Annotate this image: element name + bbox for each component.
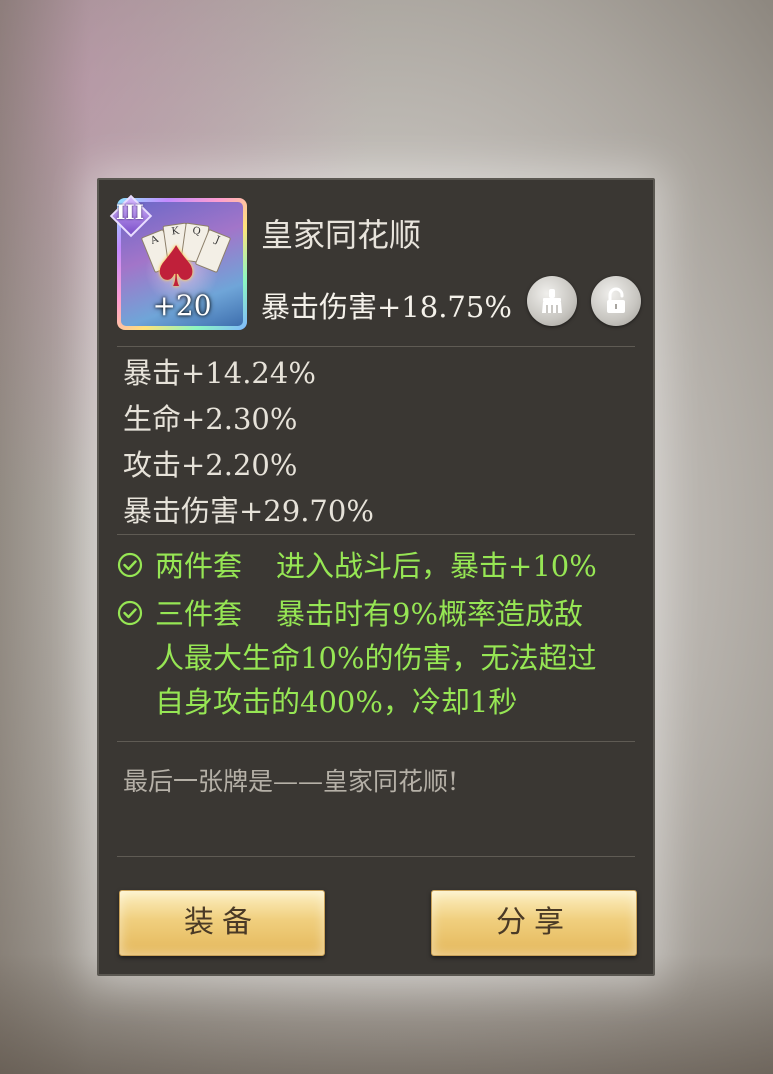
main-stat: 暴击伤害+18.75%: [261, 290, 512, 324]
sub-stat-crit-dmg: 暴击伤害+29.70%: [123, 494, 374, 528]
tier-badge: III: [109, 194, 153, 238]
set-desc-line: 人最大生命10%的伤害，无法超过: [155, 641, 597, 675]
clean-button[interactable]: [527, 276, 577, 326]
lock-button[interactable]: [591, 276, 641, 326]
spade-icon: ♠: [151, 235, 202, 300]
divider: [117, 741, 635, 742]
divider: [117, 856, 635, 857]
background-shade-left: [0, 0, 90, 1074]
flavor-text: 最后一张牌是——皇家同花顺!: [123, 767, 459, 796]
share-button[interactable]: 分享: [431, 890, 637, 956]
broom-icon: [542, 289, 562, 313]
set-desc-line: 自身攻击的400%，冷却1秒: [155, 685, 518, 719]
set-desc-line: 暴击时有9%概率造成敌: [276, 597, 584, 631]
set-name: 两件套: [155, 549, 243, 583]
set-name: 三件套: [155, 597, 243, 631]
check-circle-icon: [117, 600, 143, 626]
tier-number: III: [115, 200, 145, 224]
divider: [117, 346, 635, 347]
set-effects: 两件套 进入战斗后，暴击+10% 三件套 暴击时有9%概率造成敌 人最大生命10%的…: [117, 544, 637, 724]
divider: [117, 534, 635, 535]
equip-button[interactable]: 装备: [119, 890, 325, 956]
item-level: +20: [152, 289, 212, 322]
set-effect-two-piece: 两件套 进入战斗后，暴击+10%: [117, 544, 637, 588]
item-detail-panel: A K Q J ♠ +20 III 皇家同花顺 暴击伤害+18.75% 暴击+1…: [97, 178, 655, 976]
sub-stat-atk: 攻击+2.20%: [123, 448, 298, 482]
check-circle-icon: [117, 552, 143, 578]
sub-stat-crit: 暴击+14.24%: [123, 356, 316, 390]
sub-stat-hp: 生命+2.30%: [123, 402, 298, 436]
sub-stats-list: 暴击+14.24% 生命+2.30% 攻击+2.20% 暴击伤害+29.70%: [123, 350, 374, 534]
set-desc: 进入战斗后，暴击+10%: [276, 549, 597, 583]
item-name: 皇家同花顺: [261, 216, 422, 254]
unlocked-padlock-icon: [607, 287, 625, 313]
set-effect-three-piece: 三件套 暴击时有9%概率造成敌 人最大生命10%的伤害，无法超过 自身攻击的400…: [117, 592, 637, 724]
